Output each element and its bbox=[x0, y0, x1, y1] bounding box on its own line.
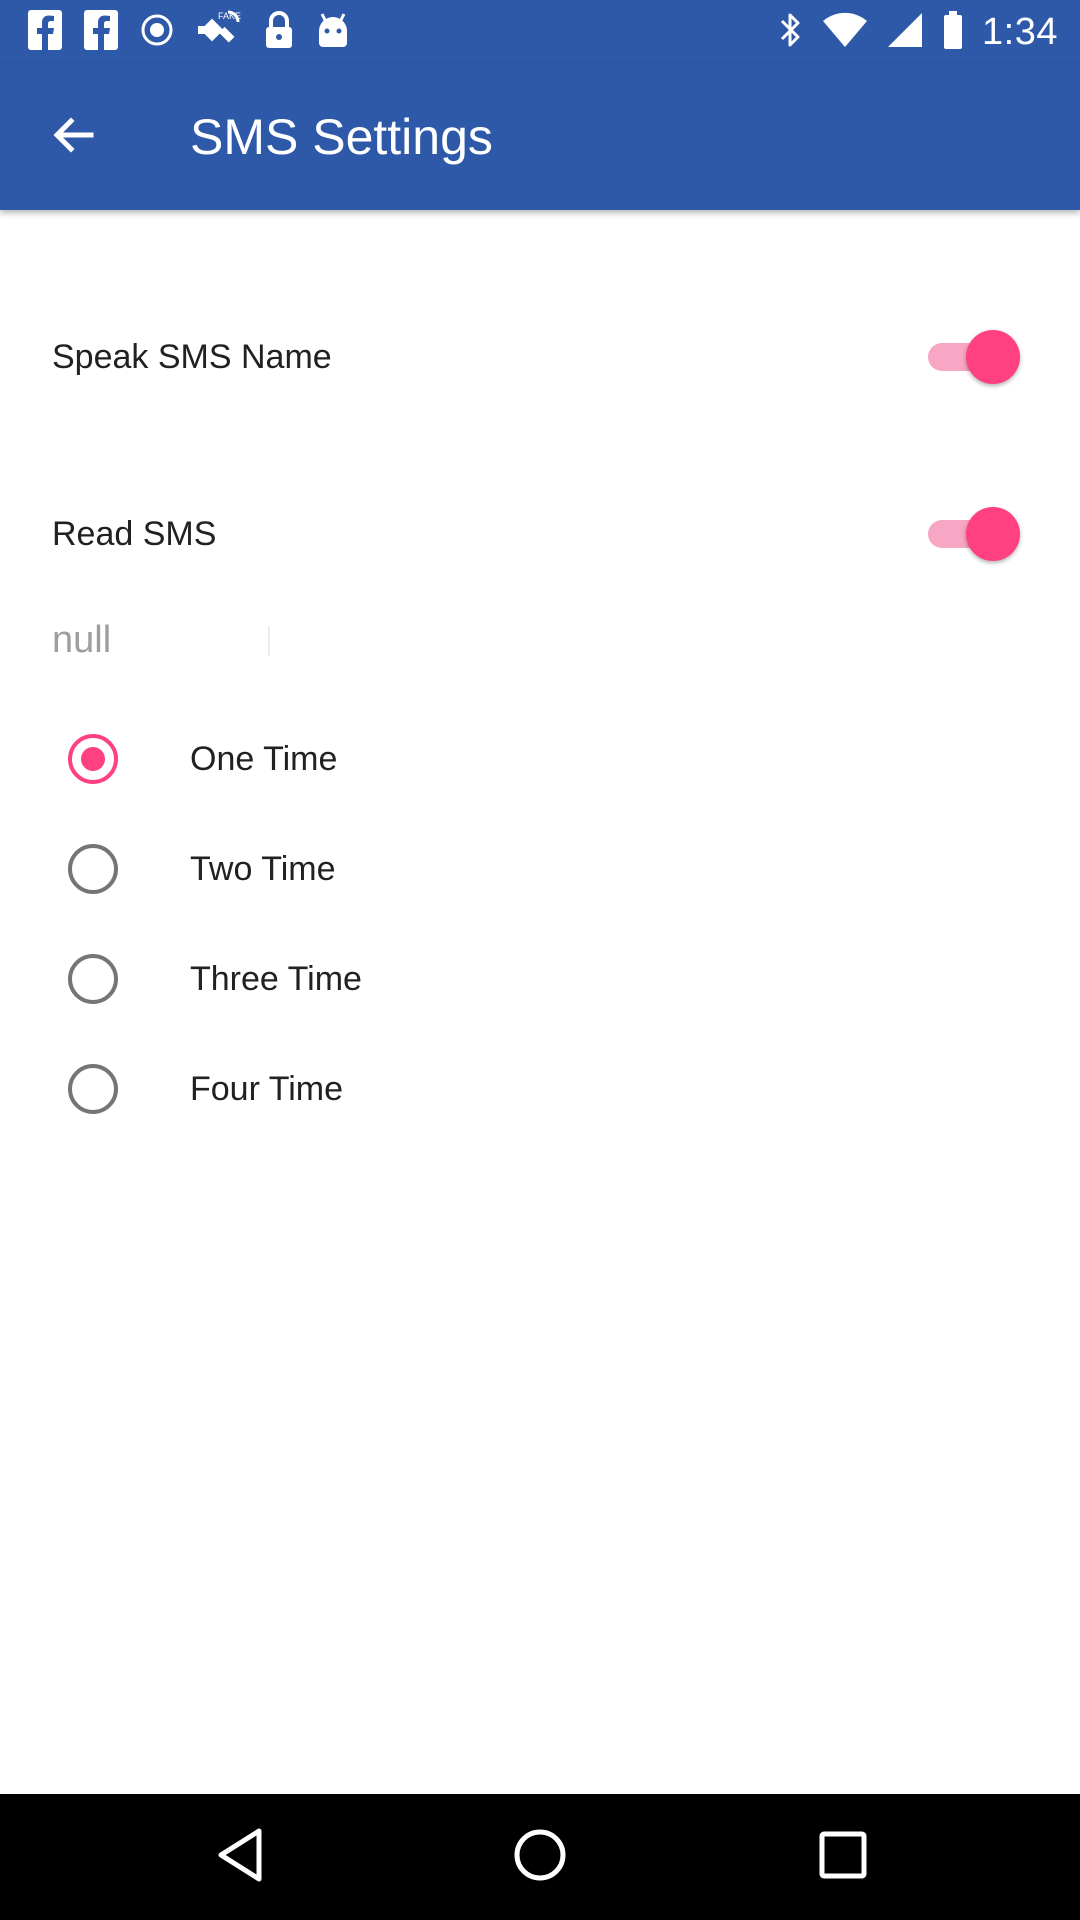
radio-option-one-time[interactable]: One Time bbox=[0, 706, 1080, 816]
radio-button[interactable] bbox=[68, 844, 118, 894]
wifi-icon bbox=[822, 11, 868, 54]
android-icon bbox=[316, 11, 350, 54]
radio-option-two-time[interactable]: Two Time bbox=[0, 816, 1080, 926]
radio-button[interactable] bbox=[68, 954, 118, 1004]
app-bar: SMS Settings bbox=[0, 63, 1080, 210]
speak-sms-name-label: Speak SMS Name bbox=[52, 338, 332, 376]
status-system-icons: 1:34 bbox=[778, 10, 1058, 54]
radio-label: Three Time bbox=[190, 960, 362, 998]
recents-square-icon bbox=[818, 1830, 868, 1885]
repeat-count-text: null bbox=[52, 619, 112, 661]
radio-label: One Time bbox=[190, 740, 338, 778]
navigation-bar bbox=[0, 1794, 1080, 1920]
signal-icon bbox=[886, 11, 924, 54]
radio-option-four-time[interactable]: Four Time bbox=[0, 1036, 1080, 1146]
read-sms-label: Read SMS bbox=[52, 515, 217, 553]
read-sms-switch[interactable] bbox=[928, 507, 1020, 561]
nav-back-button[interactable] bbox=[200, 1817, 280, 1897]
fake-gps-icon: FAKE bbox=[196, 8, 242, 57]
read-sms-row[interactable]: Read SMS bbox=[0, 474, 1080, 594]
status-time: 1:34 bbox=[982, 10, 1058, 53]
radio-option-three-time[interactable]: Three Time bbox=[0, 926, 1080, 1036]
arrow-back-icon bbox=[51, 113, 95, 162]
back-button[interactable] bbox=[40, 107, 106, 167]
battery-icon bbox=[942, 10, 964, 55]
text-cursor bbox=[268, 626, 270, 656]
radio-label: Four Time bbox=[190, 1070, 344, 1108]
status-notification-icons: FAKE bbox=[28, 8, 350, 57]
home-circle-icon bbox=[512, 1827, 568, 1888]
facebook-icon bbox=[28, 9, 62, 55]
nav-recents-button[interactable] bbox=[803, 1817, 883, 1897]
record-icon bbox=[140, 13, 174, 52]
switch-thumb bbox=[966, 330, 1020, 384]
facebook-icon bbox=[84, 9, 118, 55]
nav-home-button[interactable] bbox=[500, 1817, 580, 1897]
settings-content: Speak SMS Name Read SMS null One Time Tw… bbox=[0, 210, 1080, 1794]
lock-icon bbox=[264, 10, 294, 55]
back-triangle-icon bbox=[215, 1827, 265, 1888]
status-bar: FAKE 1:34 bbox=[0, 0, 1080, 63]
radio-label: Two Time bbox=[190, 850, 336, 888]
speak-sms-name-row[interactable]: Speak SMS Name bbox=[0, 297, 1080, 417]
speak-sms-name-switch[interactable] bbox=[928, 330, 1020, 384]
radio-button-checked[interactable] bbox=[68, 734, 118, 784]
repeat-count-field[interactable]: null bbox=[52, 608, 1032, 672]
switch-thumb bbox=[966, 507, 1020, 561]
page-title: SMS Settings bbox=[190, 109, 493, 165]
radio-button[interactable] bbox=[68, 1064, 118, 1114]
bluetooth-icon bbox=[778, 10, 804, 55]
svg-text:FAKE: FAKE bbox=[218, 11, 241, 21]
radio-dot bbox=[81, 747, 105, 771]
